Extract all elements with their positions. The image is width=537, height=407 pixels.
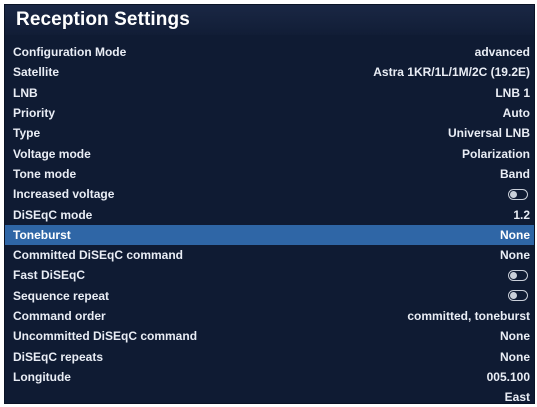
- setting-value: None: [500, 227, 530, 242]
- setting-row-increased-voltage[interactable]: Increased voltage: [5, 184, 534, 204]
- setting-value: 1.2: [513, 207, 530, 222]
- setting-row-diseqc-repeats[interactable]: DiSEqC repeats None: [5, 346, 534, 366]
- setting-label: Committed DiSEqC command: [13, 248, 184, 263]
- title-bar: Reception Settings: [5, 5, 534, 35]
- setting-label: Satellite: [13, 65, 60, 80]
- setting-label: Configuration Mode: [13, 45, 127, 60]
- setting-row-command-order[interactable]: Command order committed, toneburst: [5, 306, 534, 326]
- setting-row-priority[interactable]: Priority Auto: [5, 103, 534, 123]
- setting-label: Priority: [13, 106, 56, 121]
- toggle-off-icon[interactable]: [508, 188, 528, 200]
- setting-label: Voltage mode: [13, 146, 91, 161]
- setting-value: None: [500, 329, 530, 344]
- setting-label: LNB: [13, 85, 38, 100]
- setting-value: Universal LNB: [447, 126, 530, 141]
- setting-value: Auto: [502, 106, 530, 121]
- setting-label: DiSEqC mode: [13, 207, 93, 222]
- setting-row-type[interactable]: Type Universal LNB: [5, 123, 534, 143]
- setting-row-longitude[interactable]: Longitude 005.100: [5, 367, 534, 387]
- setting-label: Tone mode: [13, 166, 77, 181]
- setting-value: Band: [500, 166, 530, 181]
- setting-value: None: [500, 248, 530, 263]
- setting-label: Sequence repeat: [13, 288, 110, 303]
- setting-label: Command order: [13, 309, 106, 323]
- setting-label: Toneburst: [13, 227, 71, 242]
- setting-value: 005.100: [486, 369, 530, 384]
- setting-row-fast-diseqc[interactable]: Fast DiSEqC: [5, 265, 534, 285]
- setting-value: Astra 1KR/1L/1M/2C (19.2E): [373, 65, 530, 80]
- setting-row-sequence-repeat[interactable]: Sequence repeat: [5, 286, 534, 306]
- setting-row-diseqc-mode[interactable]: DiSEqC mode 1.2: [5, 204, 534, 224]
- setting-row-longitude-direction[interactable]: East: [5, 387, 534, 407]
- setting-value: East: [504, 390, 530, 405]
- setting-row-satellite[interactable]: Satellite Astra 1KR/1L/1M/2C (19.2E): [5, 62, 534, 82]
- reception-settings-window: Reception Settings Configuration Mode ad…: [4, 4, 535, 404]
- setting-row-uncommitted-diseqc-command[interactable]: Uncommitted DiSEqC command None: [5, 326, 534, 346]
- setting-row-toneburst[interactable]: Toneburst None: [5, 224, 534, 245]
- setting-row-lnb[interactable]: LNB LNB 1: [5, 83, 534, 103]
- setting-row-configuration-mode[interactable]: Configuration Mode advanced: [5, 42, 534, 62]
- page-title: Reception Settings: [16, 9, 190, 30]
- setting-row-committed-diseqc-command[interactable]: Committed DiSEqC command None: [5, 245, 534, 265]
- setting-label: Uncommitted DiSEqC command: [13, 329, 198, 344]
- toggle-off-icon[interactable]: [508, 290, 528, 302]
- setting-value: advanced: [474, 45, 530, 60]
- setting-value: None: [500, 349, 530, 364]
- setting-label: Longitude: [13, 369, 71, 384]
- setting-row-tone-mode[interactable]: Tone mode Band: [5, 164, 534, 184]
- setting-label: Increased voltage: [13, 187, 115, 202]
- setting-label: DiSEqC repeats: [13, 349, 104, 364]
- settings-list: Configuration Mode advanced Satellite As…: [5, 42, 534, 407]
- setting-value: committed, toneburst: [407, 309, 530, 323]
- setting-value: LNB 1: [495, 85, 530, 100]
- setting-value: Polarization: [461, 146, 530, 161]
- setting-row-voltage-mode[interactable]: Voltage mode Polarization: [5, 143, 534, 163]
- toggle-off-icon[interactable]: [508, 269, 528, 281]
- setting-label: Fast DiSEqC: [13, 268, 86, 283]
- setting-label: Type: [13, 126, 41, 141]
